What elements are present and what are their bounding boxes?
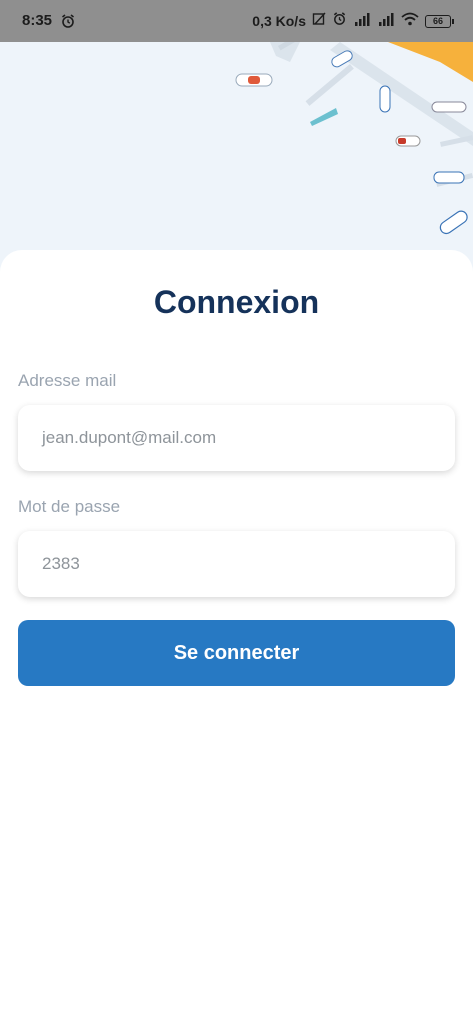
wifi-icon	[401, 12, 419, 31]
login-button[interactable]: Se connecter	[18, 620, 455, 686]
status-bar: 8:35 0,3 Ko/s 66	[0, 0, 473, 42]
login-button-label: Se connecter	[173, 641, 300, 664]
boat-icon	[431, 101, 467, 113]
password-field[interactable]: 2383	[18, 531, 455, 597]
boat-icon	[235, 73, 273, 87]
signal-icon	[377, 12, 395, 31]
email-label: Adresse mail	[18, 371, 117, 390]
notification-icon	[312, 12, 326, 31]
email-field[interactable]: jean.dupont@mail.com	[18, 405, 455, 471]
alarm-icon	[60, 13, 76, 34]
boat-icon	[379, 85, 391, 113]
alarm-icon	[332, 11, 347, 31]
battery-icon: 66	[425, 14, 454, 28]
page-title: Connexion	[153, 284, 320, 320]
network-speed: 0,3 Ko/s	[252, 13, 306, 29]
status-time: 8:35	[22, 12, 53, 29]
battery-level: 66	[432, 16, 443, 26]
signal-icon	[353, 12, 371, 31]
boat-icon	[433, 171, 465, 184]
password-label: Mot de passe	[18, 497, 121, 516]
marina-illustration	[0, 42, 473, 272]
boat-icon	[439, 210, 468, 235]
boat-icon	[395, 135, 421, 147]
email-placeholder: jean.dupont@mail.com	[42, 428, 217, 447]
boat-icon	[310, 108, 338, 126]
status-indicators: 0,3 Ko/s 66	[252, 11, 454, 31]
password-value: 2383	[42, 554, 80, 573]
